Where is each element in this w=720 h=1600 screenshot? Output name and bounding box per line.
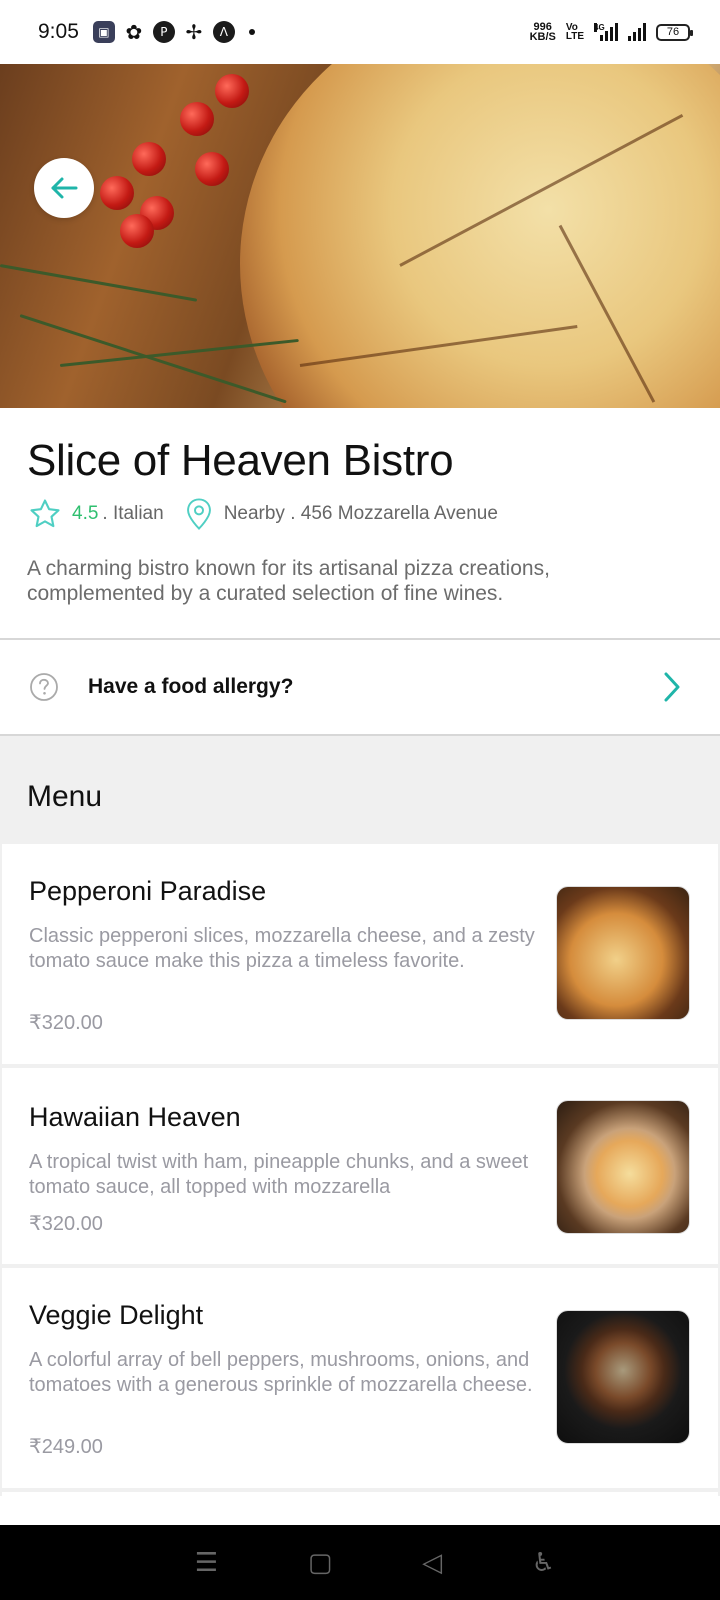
tomato [215, 74, 249, 108]
system-nav-bar: ☰ ▢ ◁ ♿ [0, 1525, 720, 1600]
menu-item-veggie-delight[interactable]: Veggie Delight A colorful array of bell … [2, 1268, 718, 1488]
signal-icon [628, 23, 646, 41]
menu-item-name: Pepperoni Paradise [29, 876, 267, 906]
star-icon [30, 499, 60, 528]
app-notification-icon: ▣ [92, 21, 115, 43]
back-button[interactable] [34, 158, 94, 218]
hero-image [0, 64, 720, 408]
menu-item-pepperoni-paradise[interactable]: Pepperoni Paradise Classic pepperoni sli… [2, 844, 718, 1064]
tomato [120, 214, 154, 248]
notification-icons: ▣ ✿ P ✢ Λ [92, 20, 255, 44]
accessibility-icon[interactable]: ♿ [532, 1548, 555, 1578]
tomato [180, 102, 214, 136]
restaurant-meta: 4.5 . Italian Nearby . 456 Mozzarella Av… [28, 494, 498, 534]
menu-item-description: A colorful array of bell peppers, mushro… [29, 1349, 533, 1396]
cuisine-label: . Italian [102, 503, 164, 524]
menu-item-image [556, 886, 690, 1020]
menu-item-image [556, 1310, 690, 1444]
menu-item-image [556, 1100, 690, 1234]
chevron-right-icon [664, 672, 680, 702]
tomato [195, 152, 229, 186]
network-speed: 996 KB/S [529, 22, 556, 43]
pizza-illustration [240, 64, 720, 408]
rosemary-sprig [19, 314, 287, 404]
location-label: Nearby . 456 Mozzarella Avenue [223, 503, 498, 524]
menu-item-description: A tropical twist with ham, pineapple chu… [29, 1151, 529, 1198]
help-circle-icon [30, 673, 58, 701]
slack-icon: ✢ [185, 20, 203, 44]
battery-icon: 76 [656, 23, 693, 41]
location-pin-icon [186, 498, 211, 530]
status-bar: 9:05 ▣ ✿ P ✢ Λ 996 KB/S Vo LTE 4G 76 [0, 0, 720, 64]
menu-item-description: Classic pepperoni slices, mozzarella che… [29, 925, 535, 972]
menu-item-name: Veggie Delight [29, 1300, 204, 1330]
food-allergy-label: Have a food allergy? [88, 675, 294, 698]
food-allergy-row[interactable]: Have a food allergy? [0, 638, 720, 736]
menu-item-hawaiian-heaven[interactable]: Hawaiian Heaven A tropical twist with ha… [2, 1068, 718, 1264]
volte-bottom: LTE [565, 31, 584, 42]
signal-4g-icon: 4G [594, 23, 618, 41]
home-square-icon[interactable]: ▢ [308, 1548, 333, 1578]
menu-title: Menu [27, 780, 103, 813]
restaurant-name: Slice of Heaven Bistro [27, 436, 454, 485]
back-triangle-icon[interactable]: ◁ [422, 1548, 442, 1578]
status-time: 9:05 [38, 20, 79, 43]
pinterest-icon: P [152, 21, 175, 43]
restaurant-description: A charming bistro known for its artisana… [27, 557, 550, 605]
restaurant-screen: 9:05 ▣ ✿ P ✢ Λ 996 KB/S Vo LTE 4G 76 Sli… [0, 0, 720, 1600]
battery-level: 76 [666, 26, 680, 38]
rosemary-sprig [0, 264, 198, 302]
menu-icon[interactable]: ☰ [195, 1548, 218, 1578]
rating-value: 4.5 [72, 503, 99, 524]
app-swirl-icon: ✿ [125, 20, 143, 44]
arrow-left-icon [51, 177, 78, 199]
menu-item-price: ₹320.00 [29, 1012, 103, 1034]
volte-indicator: Vo LTE [565, 23, 584, 42]
menu-item-price: ₹320.00 [29, 1213, 103, 1235]
network-tag: 4G [594, 23, 605, 32]
status-indicators: 996 KB/S Vo LTE 4G 76 [529, 22, 693, 43]
menu-item-name: Hawaiian Heaven [29, 1102, 241, 1132]
app-a-icon: Λ [212, 21, 235, 43]
more-notifications-icon [248, 29, 255, 35]
network-speed-unit: KB/S [529, 31, 556, 43]
menu-item-price: ₹249.00 [29, 1436, 103, 1458]
tomato [132, 142, 166, 176]
tomato [100, 176, 134, 210]
